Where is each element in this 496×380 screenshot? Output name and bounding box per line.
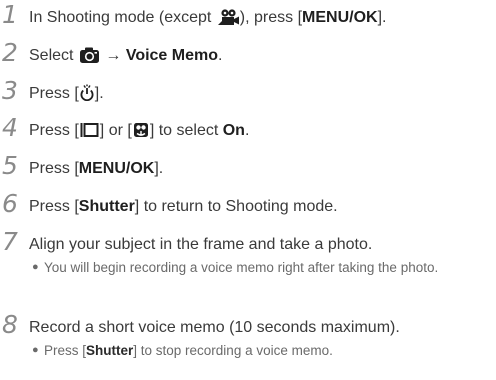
step-number: 4 — [2, 113, 18, 142]
step-number: 3 — [2, 76, 18, 105]
step-text: Press [Shutter] to return to Shooting mo… — [29, 198, 338, 215]
step-text: Align your subject in the frame and take… — [29, 236, 373, 253]
step-text: Press [MENU/OK]. — [29, 160, 164, 177]
step-number: 6 — [2, 189, 18, 218]
bullet-icon: ● — [32, 344, 39, 356]
macro-flower-icon — [133, 122, 149, 144]
step-text: Press [] or [] to select On. — [29, 121, 249, 144]
arrow-icon: → — [105, 47, 122, 64]
step-number: 1 — [2, 0, 18, 29]
step-number: 7 — [2, 227, 18, 256]
step-note: ● Press [Shutter] to stop recording a vo… — [32, 343, 333, 358]
step-number: 2 — [2, 38, 18, 67]
step-text: Record a short voice memo (10 seconds ma… — [29, 319, 400, 336]
step-note: ● You will begin recording a voice memo … — [32, 260, 439, 275]
display-icon — [80, 122, 99, 144]
bullet-icon: ● — [32, 261, 39, 273]
movie-mode-icon — [217, 9, 239, 31]
camera-icon — [79, 47, 100, 69]
step-text: Select → Voice Memo. — [29, 46, 222, 69]
step-number: 8 — [2, 310, 18, 339]
step-number: 5 — [2, 151, 18, 180]
timer-icon — [80, 84, 94, 107]
step-text: Press []. — [29, 84, 104, 107]
step-text: In Shooting mode (except ), press [MENU/… — [29, 8, 386, 31]
